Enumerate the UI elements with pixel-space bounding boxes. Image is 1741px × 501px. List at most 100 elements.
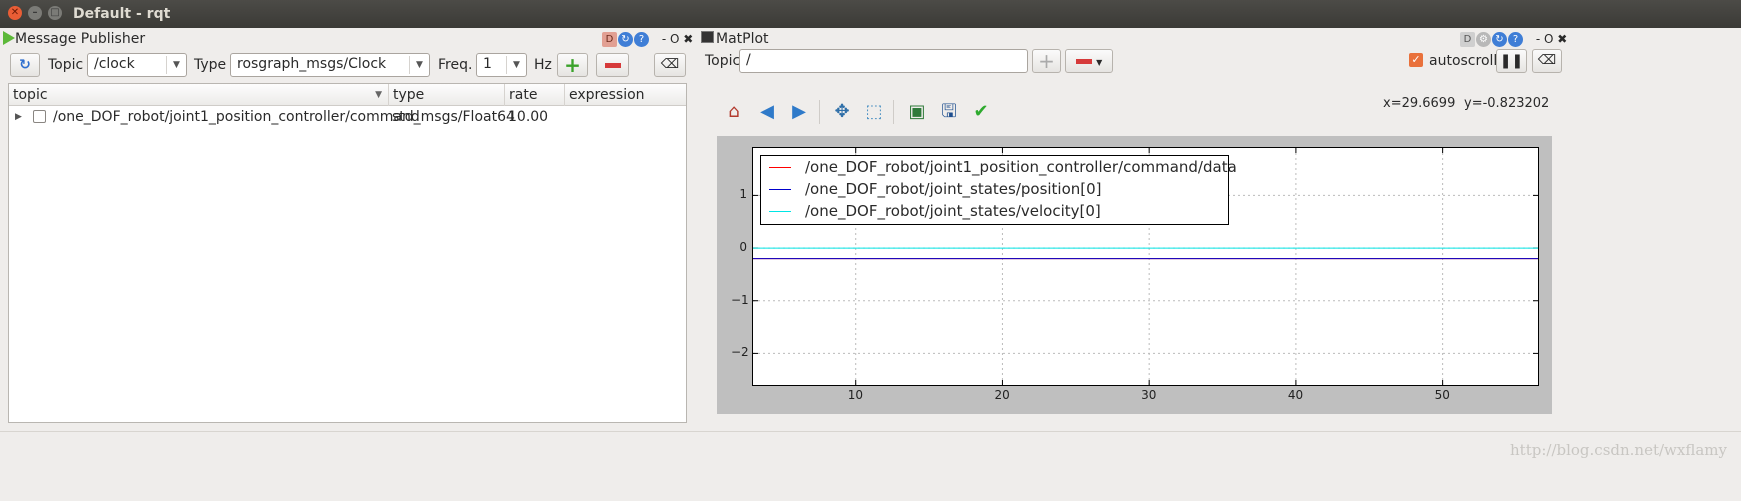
chevron-down-icon: ▼	[166, 56, 186, 74]
plot-legend: /one_DOF_robot/joint1_position_controlle…	[760, 155, 1237, 225]
close-icon[interactable]: ✕	[8, 6, 22, 20]
y-tick-label: 0	[739, 240, 747, 255]
column-header-type[interactable]: type	[389, 84, 505, 106]
row-type: std_msgs/Float64	[392, 109, 515, 125]
chevron-down-icon: ▼	[506, 56, 526, 74]
chevron-down-icon: ▼	[409, 56, 429, 74]
freq-label: Freq.	[438, 57, 473, 73]
pan-icon[interactable]: ✥	[829, 99, 855, 125]
dock-icon[interactable]: D	[1460, 32, 1475, 47]
toolbar-separator	[893, 100, 894, 124]
refresh-button[interactable]: ↻	[10, 53, 40, 77]
legend-swatch	[769, 211, 791, 212]
gear-icon[interactable]: ⚙	[1476, 32, 1491, 47]
clear-icon: ⌫	[1537, 53, 1557, 68]
window-title: Default - rqt	[73, 6, 171, 22]
matplot-topic-value: /	[746, 52, 751, 68]
x-tick-label: 40	[1287, 388, 1304, 402]
forward-icon[interactable]: ▶	[786, 99, 812, 125]
matplot-panel-controls: D ⚙ ↻? - O ✖	[1460, 32, 1567, 50]
freq-combo-value: 1	[483, 56, 492, 72]
publisher-title: Message Publisher	[15, 31, 146, 47]
zoom-icon[interactable]: ⬚	[861, 99, 887, 125]
plus-icon: +	[1038, 49, 1055, 73]
type-label: Type	[194, 57, 227, 73]
toolbar-separator	[819, 100, 820, 124]
hz-label: Hz	[534, 57, 552, 73]
reload-icon[interactable]: ↻	[1492, 32, 1507, 47]
add-publisher-button[interactable]: +	[557, 53, 588, 77]
remove-publisher-button[interactable]	[596, 53, 629, 77]
autoscroll-label: autoscroll	[1429, 53, 1498, 69]
status-bar	[0, 431, 1741, 501]
refresh-icon: ↻	[19, 57, 31, 73]
help-icon[interactable]: ?	[634, 32, 649, 47]
remove-topic-button[interactable]: ▼	[1065, 49, 1113, 73]
matplot-icon	[701, 31, 714, 43]
matplot-close-icon[interactable]: ✖	[1557, 32, 1567, 46]
pause-button[interactable]: ❚❚	[1496, 49, 1527, 73]
legend-item: /one_DOF_robot/joint_states/position[0]	[761, 179, 1230, 201]
matplot-topic-label: Topic	[705, 53, 741, 69]
reload-icon[interactable]: ↻	[618, 32, 633, 47]
y-tick-label: −2	[731, 345, 749, 360]
row-topic: /one_DOF_robot/joint1_position_controlle…	[53, 109, 420, 125]
clear-plot-button[interactable]: ⌫	[1532, 49, 1562, 73]
coords-x: x=29.6699	[1383, 96, 1456, 111]
minimize-icon[interactable]: –	[28, 6, 42, 20]
check-icon[interactable]: ✔	[968, 99, 994, 125]
column-header-topic[interactable]: topic ▼	[9, 84, 389, 106]
y-tick-label: −1	[731, 292, 749, 307]
legend-label: /one_DOF_robot/joint_states/velocity[0]	[805, 202, 1101, 220]
autoscroll-checkbox[interactable]: ✓	[1409, 53, 1423, 67]
topic-combo-value: /clock	[94, 56, 135, 72]
topic-combo[interactable]: /clock ▼	[87, 53, 187, 77]
type-combo[interactable]: rosgraph_msgs/Clock ▼	[230, 53, 430, 77]
tree-header: topic ▼ type rate expression	[9, 84, 686, 106]
pause-icon: ❚❚	[1499, 53, 1524, 69]
x-tick-label: 50	[1434, 388, 1450, 402]
y-tick-label: 1	[739, 187, 747, 202]
type-combo-value: rosgraph_msgs/Clock	[237, 56, 387, 72]
enable-checkbox[interactable]	[33, 110, 46, 123]
plus-icon: +	[564, 53, 581, 77]
matplot-topic-input[interactable]: /	[739, 49, 1028, 73]
play-icon	[3, 31, 15, 45]
publisher-close-icon[interactable]: ✖	[683, 32, 693, 46]
row-rate: 10.00	[508, 109, 549, 125]
sort-icon: ▼	[375, 90, 382, 100]
expand-arrow-icon[interactable]: ▶	[15, 107, 22, 127]
add-topic-button[interactable]: +	[1032, 49, 1061, 73]
matplot-title: MatPlot	[716, 31, 769, 47]
legend-swatch	[769, 189, 791, 190]
legend-label: /one_DOF_robot/joint_states/position[0]	[805, 180, 1102, 198]
clear-button[interactable]: ⌫	[654, 53, 686, 77]
minus-icon: ▼	[1066, 50, 1112, 72]
legend-item: /one_DOF_robot/joint_states/velocity[0]	[761, 201, 1230, 223]
publisher-minimize-control[interactable]: - O	[662, 32, 680, 46]
dock-icon[interactable]: D	[602, 32, 617, 47]
minus-icon	[597, 54, 628, 76]
save-icon[interactable]: 🖫	[936, 99, 962, 125]
legend-label: /one_DOF_robot/joint1_position_controlle…	[805, 158, 1237, 176]
x-tick-label: 10	[847, 388, 863, 402]
table-row[interactable]: ▶ /one_DOF_robot/joint1_position_control…	[9, 107, 686, 127]
legend-swatch	[769, 167, 791, 168]
publisher-panel-controls: D ↻? - O ✖	[602, 32, 693, 50]
freq-combo[interactable]: 1 ▼	[476, 53, 527, 77]
home-icon[interactable]: ⌂	[721, 99, 747, 125]
help-icon[interactable]: ?	[1508, 32, 1523, 47]
column-header-rate[interactable]: rate	[505, 84, 565, 106]
x-tick-label: 20	[994, 388, 1010, 402]
maximize-icon[interactable]: □	[48, 6, 62, 20]
column-header-expression[interactable]: expression	[565, 84, 686, 106]
matplot-minimize-control[interactable]: - O	[1536, 32, 1554, 46]
clear-icon: ⌫	[660, 57, 680, 72]
publisher-tree[interactable]: topic ▼ type rate expression ▶ /one_DOF_…	[8, 83, 687, 423]
x-tick-label: 30	[1141, 388, 1157, 402]
watermark: http://blog.csdn.net/wxflamy	[1510, 441, 1727, 459]
back-icon[interactable]: ◀	[754, 99, 780, 125]
coords-y: y=-0.823202	[1464, 96, 1550, 111]
topic-label: Topic	[48, 57, 84, 73]
subplots-icon[interactable]: ▣	[904, 99, 930, 125]
